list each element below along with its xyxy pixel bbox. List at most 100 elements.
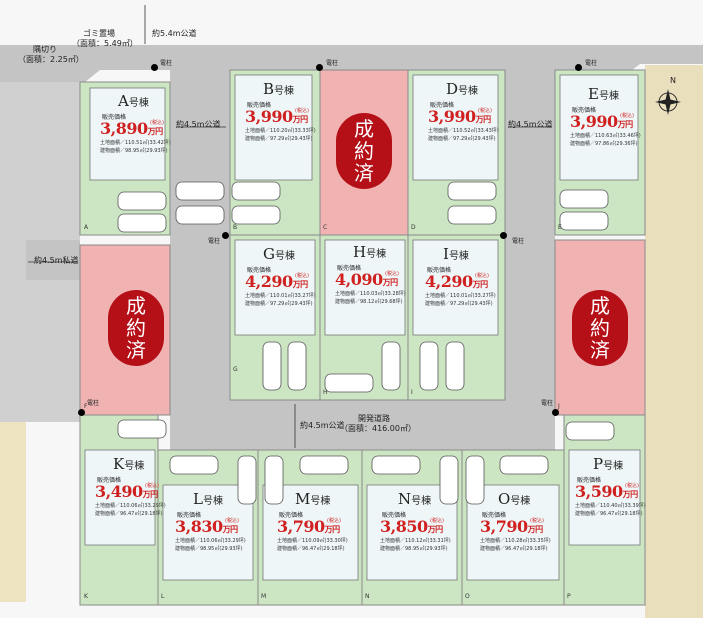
land-area: 土地面積／110.20㎡(33.33坪) (245, 128, 316, 134)
sold-badge-j: 成約済 (572, 290, 628, 366)
sold-badge-c: 成約済 (336, 113, 392, 189)
building-area: 建物面積／97.29㎡(29.43坪) (428, 136, 496, 142)
land-area: 土地面積／110.51㎡(33.42坪) (100, 140, 171, 146)
lot-letter: N (398, 490, 412, 508)
car (447, 181, 497, 201)
lot-suffix: 号棟 (366, 249, 387, 260)
utility-pole-label: 電柱 (512, 238, 525, 245)
price-unit: 万円 (472, 279, 489, 289)
car (117, 213, 167, 233)
compass-north-label: N (670, 76, 676, 85)
building-area: 建物面積／98.95㎡(29.93坪) (100, 148, 168, 154)
lot-suffix: 号棟 (128, 98, 149, 109)
utility-pole-dot (575, 64, 582, 71)
price-number: 3,790 (277, 517, 325, 536)
price-number: 4,290 (245, 272, 293, 291)
price-number: 3,850 (380, 517, 428, 536)
utility-pole-label: 電柱 (87, 400, 100, 407)
lot-marker: B (233, 224, 238, 231)
car (559, 189, 609, 209)
utility-pole-dot (552, 409, 559, 416)
lot-name: I号棟 (443, 245, 469, 263)
price-unit: 万円 (617, 119, 634, 129)
land-area: 土地面積／110.52㎡(33.43坪) (428, 128, 499, 134)
land-area: 土地面積／110.40㎡(33.39坪) (575, 503, 646, 509)
car (324, 373, 374, 393)
lot-name: N号棟 (398, 490, 431, 508)
car (559, 211, 609, 231)
price-unit: 万円 (324, 524, 341, 534)
right-mid-road-label: 約4.5m公道 (508, 120, 553, 129)
lot-marker: O (465, 593, 470, 600)
left-mid-road-label: 約4.5m公道 (176, 120, 221, 129)
building-area: 建物面積／98.95㎡(29.93坪) (380, 546, 448, 552)
utility-pole-dot (222, 232, 229, 239)
dev-road-area-label: （面積：416.00㎡） (340, 424, 416, 433)
lot-suffix: 号棟 (274, 251, 295, 262)
lot-suffix: 号棟 (274, 86, 295, 97)
lot-letter: P (593, 455, 604, 473)
building-area: 建物面積／96.47㎡(29.18坪) (480, 546, 548, 552)
lot-marker: F (84, 403, 88, 410)
price-unit: 万円 (142, 489, 159, 499)
top-road-label: 約5.4m公道 (152, 29, 197, 38)
lot-name: A号棟 (118, 92, 149, 110)
tax-label: (税込) (385, 271, 399, 277)
tax-label: (税込) (327, 518, 341, 524)
sold-badge-f: 成約済 (108, 290, 164, 366)
car (445, 341, 465, 391)
car (439, 455, 459, 505)
building-area: 建物面積／97.29㎡(29.43坪) (425, 301, 493, 307)
land-area: 土地面積／110.28㎡(33.35坪) (480, 538, 551, 544)
lot-marker: P (567, 593, 571, 600)
car (299, 455, 349, 475)
utility-pole-label: 電柱 (585, 60, 598, 67)
price-unit: 万円 (527, 524, 544, 534)
lot-letter: H (353, 243, 367, 261)
land-area: 土地面積／110.01㎡(33.27坪) (245, 293, 316, 299)
price-unit: 万円 (622, 489, 639, 499)
land-area: 土地面積／110.01㎡(33.27坪) (425, 293, 496, 299)
tax-label: (税込) (430, 518, 444, 524)
lot-marker: M (261, 593, 267, 600)
building-area: 建物面積／97.29㎡(29.43坪) (245, 136, 313, 142)
utility-pole-label: 電柱 (326, 60, 339, 67)
utility-pole-dot (78, 409, 85, 416)
car (175, 181, 225, 201)
lot-letter: M (295, 490, 311, 508)
building-area: 建物面積／96.47㎡(29.18坪) (95, 511, 163, 517)
land-area: 土地面積／110.03㎡(33.28坪) (335, 291, 406, 297)
building-area: 建物面積／98.12㎡(29.68坪) (335, 299, 403, 305)
lot-marker: J (558, 403, 560, 410)
car (419, 341, 439, 391)
car (231, 205, 281, 225)
utility-pole-label: 電柱 (160, 60, 173, 67)
private-road-label: 約4.5m私道 (34, 256, 79, 265)
lot-suffix: 号棟 (310, 496, 331, 507)
tax-label: (税込) (620, 113, 634, 119)
car (381, 341, 401, 391)
price-number: 3,990 (570, 112, 618, 131)
car (169, 455, 219, 475)
car (264, 455, 284, 505)
car (447, 205, 497, 225)
car (117, 191, 167, 211)
price-unit: 万円 (427, 524, 444, 534)
lot-suffix: 号棟 (598, 91, 619, 102)
utility-pole-label: 電柱 (541, 400, 554, 407)
price-number: 3,890 (100, 119, 148, 138)
garbage-area-label: （面積：5.49㎡） (72, 39, 138, 48)
car (117, 419, 167, 439)
building-area: 建物面積／97.86㎡(29.36坪) (570, 141, 638, 147)
price-unit: 万円 (147, 126, 164, 136)
price-number: 3,790 (480, 517, 528, 536)
land-area: 土地面積／110.09㎡(33.30坪) (277, 538, 348, 544)
lot-suffix: 号棟 (510, 496, 531, 507)
car (565, 421, 615, 441)
lot-marker: I (411, 389, 413, 396)
price-number: 4,090 (335, 270, 383, 289)
lot-marker: N (365, 593, 370, 600)
tax-label: (税込) (475, 273, 489, 279)
tax-label: (税込) (145, 483, 159, 489)
price-unit: 万円 (222, 524, 239, 534)
